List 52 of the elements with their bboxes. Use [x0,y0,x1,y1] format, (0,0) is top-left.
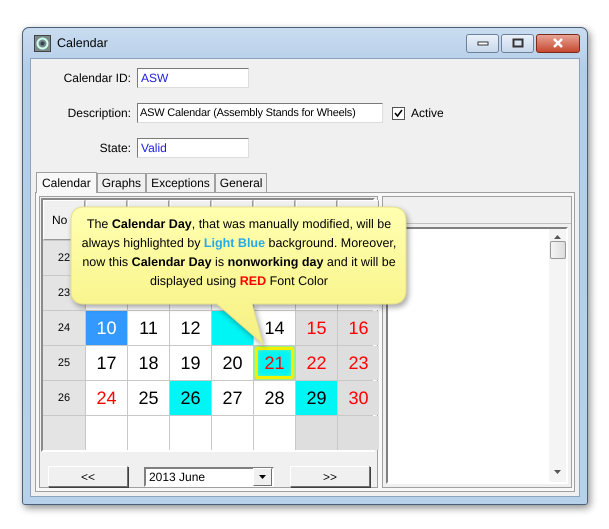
day-cell[interactable] [296,416,337,450]
field-label: Calendar ID: [62,71,131,85]
day-cell[interactable] [128,416,169,450]
field-label: Description: [66,106,131,120]
scroll-down-icon[interactable] [554,470,561,474]
week-number: 25 [43,346,85,380]
dropdown-arrow-icon [259,474,266,478]
previous-button[interactable]: << [48,466,128,487]
input-field[interactable]: Valid [137,138,249,158]
day-cell[interactable]: 25 [128,381,169,415]
day-cell[interactable] [86,416,127,450]
day-cell[interactable]: 17 [86,346,127,380]
day-cell[interactable]: 12 [170,311,211,345]
window-title: Calendar [57,36,108,50]
scrollbar-thumb[interactable] [550,241,566,259]
scrollbar[interactable] [549,229,566,482]
day-cell[interactable]: 11 [128,311,169,345]
scroll-up-icon[interactable] [554,235,561,239]
tab[interactable]: Graphs [96,173,146,192]
next-button[interactable]: >> [290,466,370,487]
checkbox-label: Active [411,106,444,120]
week-number: 26 [43,381,85,415]
close-button[interactable] [536,34,580,52]
day-cell[interactable] [212,416,253,450]
tab[interactable]: Exceptions [146,173,215,192]
day-cell[interactable]: 24 [86,381,127,415]
day-cell[interactable]: 20 [212,346,253,380]
day-cell[interactable]: 27 [212,381,253,415]
day-cell[interactable] [338,416,379,450]
day-cell[interactable]: 18 [128,346,169,380]
day-cell[interactable] [254,416,295,450]
tab[interactable]: General [214,173,268,192]
day-cell[interactable] [170,416,211,450]
input-field[interactable]: ASW [137,68,249,88]
day-cell[interactable]: 29 [296,381,337,415]
maximize-button[interactable] [501,34,534,52]
month-dropdown[interactable]: 2013 June [144,466,274,486]
tab[interactable]: Calendar [36,172,97,193]
week-number: 24 [43,311,85,345]
minimize-icon [476,40,488,46]
day-cell[interactable]: 19 [170,346,211,380]
close-icon [552,38,564,48]
field-label: State: [98,141,131,155]
app-icon [34,34,51,52]
day-cell[interactable]: 28 [254,381,295,415]
checkbox[interactable] [392,106,405,120]
maximize-icon [512,38,524,48]
day-cell[interactable]: 14 [254,311,295,345]
input-field[interactable]: ASW Calendar (Assembly Stands for Wheels) [137,103,383,123]
day-cell[interactable]: 26 [170,381,211,415]
minimize-button[interactable] [466,34,499,52]
week-cell [43,416,85,450]
